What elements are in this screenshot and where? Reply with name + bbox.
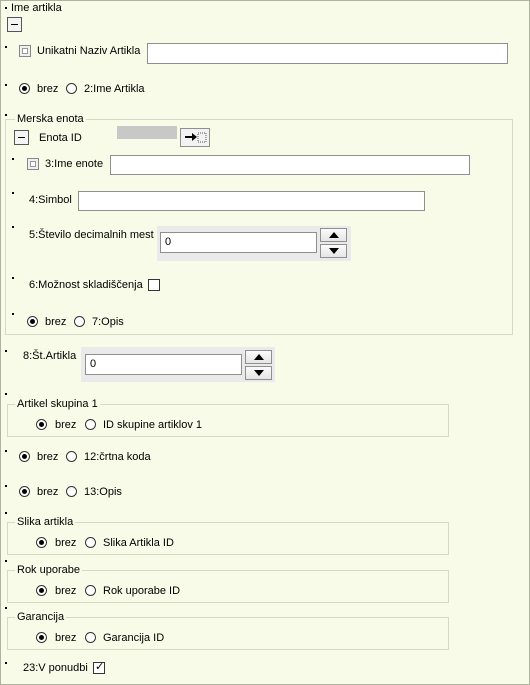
radio-brez-garancija[interactable] [36,632,47,643]
radio-brez-label: brez [55,537,77,549]
ime-artikla-title: Ime artikla [11,2,62,14]
radio-slika-id-label: Slika Artikla ID [103,537,174,549]
insert-arrow-icon [185,132,207,143]
radio-brez-opis-enote[interactable] [27,316,38,327]
radio-brez-label: brez [37,83,59,95]
radio-rok-id-label: Rok uporabe ID [103,585,181,597]
radio-brez-label: brez [37,486,59,498]
bullet [5,512,7,514]
v-ponudbi-label: 23:V ponudbi [23,662,88,674]
bullet [12,226,14,228]
decimalna-mesta-label: 5:Število decimalnih mest [29,229,154,241]
simbol-input[interactable] [78,191,425,211]
radio-brez-label: brez [45,316,67,328]
bullet [5,662,7,664]
collapse-enota-id-button[interactable] [14,130,29,145]
simbol-label: 4:Simbol [29,194,72,206]
bullet [5,485,7,487]
radio-crtna-koda[interactable] [66,451,77,462]
radio-slika-id[interactable] [85,537,96,548]
artikel-skupina-title: Artikel skupina 1 [15,398,100,411]
bullet [5,350,7,352]
radio-opis-enote[interactable] [74,316,85,327]
bullet [5,114,7,116]
collapse-ime-artikla-button[interactable] [7,17,22,32]
enota-id-field[interactable] [117,126,177,139]
bullet [12,158,14,160]
radio-crtna-koda-label: 12:črtna koda [84,451,151,463]
bullet [5,84,7,86]
bullet [12,192,14,194]
radio-ime-artikla-label: 2:Ime Artikla [84,83,145,95]
radio-brez-skupina[interactable] [36,419,47,430]
radio-rok-id[interactable] [85,585,96,596]
radio-garancija-id-label: Garancija ID [103,632,165,644]
radio-opis[interactable] [66,486,77,497]
slika-artikla-title: Slika artikla [15,516,76,529]
radio-brez-ime[interactable] [19,83,30,94]
radio-brez-label: brez [55,585,77,597]
v-ponudbi-checkbox[interactable]: ✓ [93,661,105,674]
radio-brez-opis[interactable] [19,486,30,497]
nil-toggle-icon[interactable] [27,158,39,170]
bullet [5,607,7,609]
radio-brez-rok[interactable] [36,585,47,596]
unikatni-naziv-label: Unikatni Naziv Artikla [37,45,141,57]
decimal-spin-up-button[interactable] [320,228,347,242]
radio-brez-slika[interactable] [36,537,47,548]
unikatni-naziv-input[interactable] [147,43,508,64]
xml-form-panel: Ime artikla Unikatni Naziv Artikla brez … [0,0,530,685]
radio-opis-enote-label: 7:Opis [92,316,124,328]
checkmark-icon: ✓ [95,661,105,673]
nil-toggle-icon[interactable] [19,45,31,57]
garancija-title: Garancija [15,611,67,624]
radio-ime-artikla[interactable] [66,83,77,94]
bullet [5,7,7,9]
bullet [5,560,7,562]
insert-element-button[interactable] [180,128,210,147]
enota-id-label: Enota ID [39,132,82,144]
radio-id-skupine-label: ID skupine artiklov 1 [103,419,203,431]
rok-uporabe-title: Rok uporabe [15,564,82,577]
radio-opis-label: 13:Opis [84,486,122,498]
bullet [12,277,14,279]
st-artikla-spin-down-button[interactable] [245,366,272,380]
moznost-skladiscenja-checkbox[interactable] [148,279,160,291]
merska-enota-title: Merska enota [15,113,86,126]
decimalna-mesta-input[interactable]: 0 [160,232,317,253]
bullet [12,313,14,315]
radio-id-skupine[interactable] [85,419,96,430]
radio-brez-label: brez [55,419,77,431]
ime-enote-label: 3:Ime enote [45,158,104,170]
bullet [5,393,7,395]
radio-brez-label: brez [55,632,77,644]
radio-brez-label: brez [37,451,59,463]
st-artikla-input[interactable]: 0 [85,354,242,375]
ime-enote-input[interactable] [110,155,470,175]
decimal-spin-down-button[interactable] [320,244,347,258]
radio-brez-crtna-koda[interactable] [19,451,30,462]
bullet [5,46,7,48]
moznost-skladiscenja-label: 6:Možnost skladiščenja [29,279,143,291]
st-artikla-spin-up-button[interactable] [245,350,272,364]
radio-garancija-id[interactable] [85,632,96,643]
st-artikla-label: 8:Št.Artikla [23,350,77,362]
bullet [5,450,7,452]
